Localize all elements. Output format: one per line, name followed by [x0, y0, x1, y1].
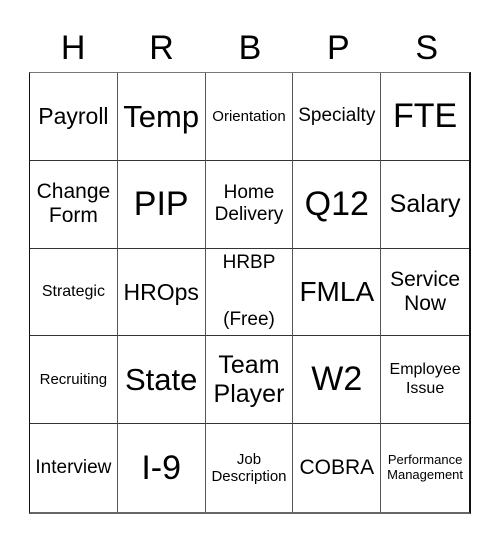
cell-label: Performance Management	[387, 452, 464, 483]
bingo-cell[interactable]: FTE	[381, 73, 469, 161]
cell-label: Salary	[389, 189, 461, 218]
cell-label: Specialty	[298, 105, 376, 127]
cell-label: COBRA	[299, 456, 375, 480]
bingo-header: H R B P S	[29, 24, 471, 72]
bingo-cell[interactable]: I-9	[118, 424, 206, 512]
bingo-grid: Payroll Temp Orientation Specialty FTE C…	[29, 72, 471, 514]
bingo-cell[interactable]: PIP	[117, 160, 206, 249]
cell-label: Temp	[123, 98, 200, 134]
cell-label: Job Description	[211, 450, 287, 486]
bingo-cell[interactable]: Job Description	[206, 424, 294, 512]
bingo-cell[interactable]: HROps	[117, 248, 206, 337]
cell-label: Service Now	[390, 267, 461, 315]
cell-label: PIP	[133, 184, 189, 223]
cell-label: State	[125, 361, 198, 397]
cell-label: Payroll	[38, 103, 109, 130]
cell-label: I-9	[141, 448, 182, 487]
bingo-cell[interactable]: Specialty	[293, 73, 382, 161]
bingo-cell[interactable]: Home Delivery	[205, 160, 294, 249]
cell-label: HRBP (Free)	[222, 252, 276, 331]
bingo-cell[interactable]: Salary	[381, 161, 469, 249]
bingo-cell[interactable]: State	[117, 336, 206, 425]
bingo-cell[interactable]: Employee Issue	[381, 336, 469, 425]
header-letter-p: P	[327, 29, 350, 67]
cell-label: W2	[311, 360, 363, 399]
free-space-cell[interactable]: HRBP (Free)	[205, 248, 294, 337]
bingo-cell[interactable]: W2	[293, 336, 382, 425]
bingo-cell[interactable]: Recruiting	[30, 336, 118, 425]
cell-label: FMLA	[299, 275, 375, 307]
cell-label: Orientation	[212, 107, 286, 125]
bingo-cell[interactable]: COBRA	[293, 424, 382, 512]
cell-label: Team Player	[213, 351, 285, 408]
bingo-cell[interactable]: FMLA	[293, 248, 382, 337]
cell-label: FTE	[392, 96, 458, 135]
cell-label: Change Form	[36, 180, 111, 228]
cell-label: Employee Issue	[389, 361, 461, 397]
cell-label: HROps	[123, 278, 199, 305]
header-letter-s: S	[415, 29, 439, 67]
cell-label: Strategic	[41, 282, 105, 300]
bingo-cell[interactable]: Strategic	[30, 248, 118, 337]
cell-label: Interview	[35, 457, 112, 479]
cell-label: Recruiting	[39, 371, 108, 389]
bingo-cell[interactable]: Orientation	[205, 73, 294, 161]
bingo-cell[interactable]: Interview	[30, 424, 118, 512]
bingo-cell[interactable]: Service Now	[381, 249, 469, 337]
bingo-cell[interactable]: Performance Management	[381, 424, 469, 512]
cell-label: Q12	[304, 184, 369, 223]
bingo-cell[interactable]: Payroll	[30, 73, 118, 161]
header-letter-b: B	[238, 29, 262, 67]
header-letter-h: H	[60, 29, 86, 67]
bingo-cell[interactable]: Team Player	[205, 336, 294, 425]
bingo-cell[interactable]: Change Form	[30, 160, 118, 249]
header-letter-r: R	[149, 29, 174, 67]
bingo-cell[interactable]: Q12	[293, 160, 382, 249]
bingo-cell[interactable]: Temp	[117, 73, 206, 161]
cell-label: Home Delivery	[214, 182, 284, 226]
